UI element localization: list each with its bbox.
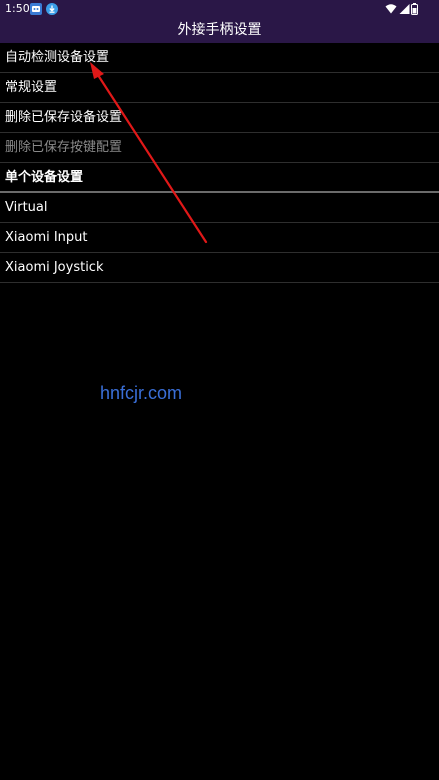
delete-saved-device-settings-item[interactable]: 删除已保存设备设置: [0, 103, 439, 133]
title-bar: 外接手柄设置: [0, 18, 439, 43]
auto-detect-settings-item[interactable]: 自动检测设备设置: [0, 43, 439, 73]
status-time: 1:50: [5, 2, 30, 15]
signal-icon: [399, 4, 410, 14]
device-item-virtual[interactable]: Virtual: [0, 193, 439, 223]
device-item-xiaomi-joystick[interactable]: Xiaomi Joystick: [0, 253, 439, 283]
device-settings-section-header: 单个设备设置: [0, 163, 439, 193]
status-right-icons: [385, 3, 419, 15]
page-title: 外接手柄设置: [177, 22, 262, 38]
wifi-icon: [385, 4, 397, 14]
general-settings-item[interactable]: 常规设置: [0, 73, 439, 103]
settings-list: 自动检测设备设置 常规设置 删除已保存设备设置 删除已保存按键配置 单个设备设置…: [0, 43, 439, 283]
download-icon: [46, 3, 58, 15]
status-bar: 1:50: [0, 0, 439, 18]
battery-icon: [411, 3, 418, 15]
app-notification-icon: [30, 3, 42, 15]
delete-saved-key-config-item: 删除已保存按键配置: [0, 133, 439, 163]
watermark: hnfcjr.com: [100, 383, 183, 403]
device-item-xiaomi-input[interactable]: Xiaomi Input: [0, 223, 439, 253]
